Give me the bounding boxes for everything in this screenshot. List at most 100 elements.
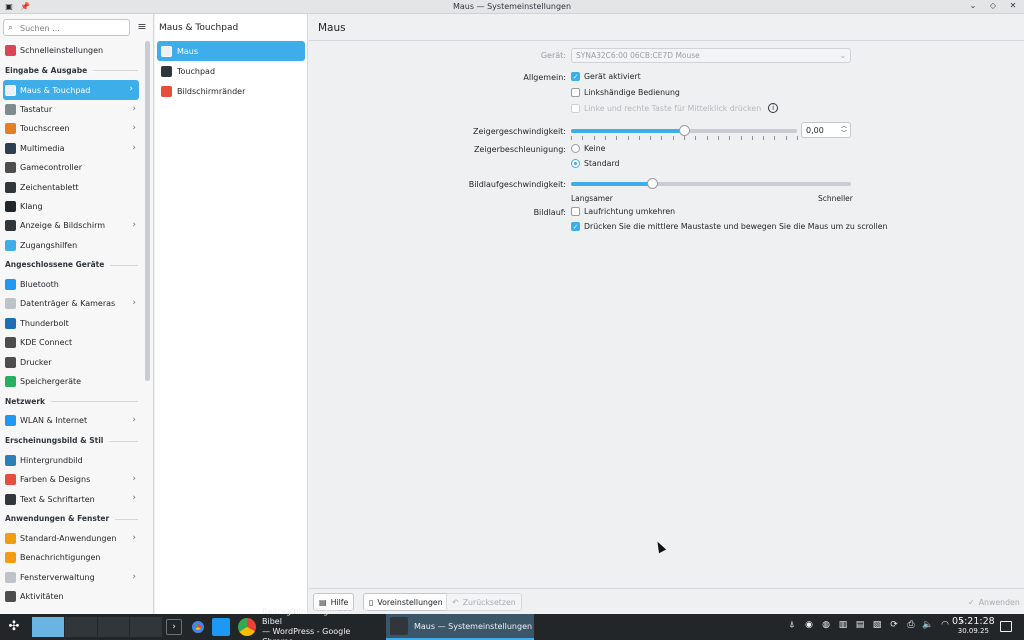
wifi-icon[interactable]: ◠: [939, 620, 951, 630]
apply-button: ✓ Anwenden: [962, 593, 1024, 611]
file-manager-icon[interactable]: [212, 618, 230, 636]
info-icon[interactable]: i: [768, 103, 779, 113]
close-icon[interactable]: ✕: [1008, 1, 1018, 11]
slider-tick: [604, 136, 606, 140]
kde-connect-icon[interactable]: ◉: [803, 620, 815, 630]
desktop-1[interactable]: [32, 617, 64, 637]
volume-icon[interactable]: 🔈: [922, 620, 934, 630]
chrome-icon[interactable]: [189, 618, 207, 636]
sidebar-item[interactable]: Thunderbolt: [0, 314, 142, 333]
clipboard-icon[interactable]: ▤: [854, 620, 866, 630]
vault-icon[interactable]: ⍋: [786, 620, 798, 630]
slider-handle[interactable]: [679, 125, 690, 136]
device-value: SYNA32C6:00 06CB:CE7D Mouse: [576, 51, 700, 60]
updates-icon[interactable]: ⟳: [888, 620, 900, 630]
sidebar-item[interactable]: WLAN & Internet ›: [0, 411, 142, 430]
general-label: Allgemein:: [523, 73, 566, 82]
section-title: Erscheinungsbild & Stil: [5, 436, 104, 446]
desktop-4[interactable]: [130, 617, 162, 637]
pointer-speed-spinbox[interactable]: 0,00 ︿ ﹀: [801, 122, 851, 138]
sidebar-item[interactable]: Farben & Designs ›: [0, 470, 142, 489]
show-desktop-icon[interactable]: [1000, 621, 1012, 632]
sidebar-item-label: Standard-Anwendungen: [20, 534, 117, 543]
sidebar-item[interactable]: Zugangshilfen: [0, 236, 142, 255]
chevron-down-icon: ⌄: [839, 51, 846, 60]
virtual-desktop-pager[interactable]: [32, 617, 162, 637]
maximize-icon[interactable]: ◇: [988, 1, 998, 11]
sidebar-scrollbar[interactable]: [145, 41, 150, 381]
slider-tick: [661, 136, 663, 140]
sidebar-item-label: Fensterverwaltung: [20, 572, 95, 582]
sidebar-item[interactable]: Tastatur ›: [0, 100, 142, 119]
sidebar-item[interactable]: Aktivitäten: [0, 587, 142, 606]
checkbox-label: Gerät aktiviert: [584, 72, 641, 81]
scroll-speed-slider[interactable]: [571, 178, 851, 189]
clock[interactable]: 05:21:28 30.09.25: [952, 616, 995, 635]
sidebar-item[interactable]: Standard-Anwendungen ›: [0, 529, 142, 548]
sidebar-item[interactable]: Fensterverwaltung ›: [0, 568, 142, 587]
sidebar-item[interactable]: Maus & Touchpad ›: [3, 80, 139, 100]
slider-tick: [763, 136, 765, 140]
sidebar-item[interactable]: Datenträger & Kameras ›: [0, 294, 142, 313]
sidebar-item[interactable]: Bluetooth: [0, 275, 142, 294]
sidebar-item[interactable]: Text & Schriftarten ›: [0, 489, 142, 508]
slider-tick: [616, 136, 618, 140]
sidebar-list: Schnelleinstellungen Eingabe & Ausgabe Mau…: [0, 41, 142, 606]
hamburger-menu-icon[interactable]: ≡: [136, 21, 148, 33]
section-title: Angeschlossene Geräte: [5, 260, 105, 270]
bluetooth-icon: [5, 279, 16, 291]
display-config-icon[interactable]: ▧: [871, 620, 883, 630]
task-chrome[interactable]: Beitrag hinzufügen ‹ Linux-Bibel — WordP…: [234, 607, 384, 640]
notes-icon[interactable]: ▥: [837, 620, 849, 630]
subcategory-item[interactable]: Touchpad: [157, 61, 305, 81]
desktop-3[interactable]: [97, 617, 130, 637]
search-input[interactable]: [20, 22, 126, 34]
sidebar-item[interactable]: Hintergrundbild: [0, 451, 142, 470]
sidebar-item[interactable]: Klang: [0, 197, 142, 216]
chevron-right-icon: ›: [132, 571, 136, 582]
sidebar-item[interactable]: KDE Connect: [0, 333, 142, 352]
pointer-speed-slider[interactable]: [571, 125, 797, 136]
sidebar-item[interactable]: Benachrichtigungen: [0, 548, 142, 567]
left-handed-checkbox[interactable]: Linkshändige Bedienung: [571, 88, 680, 97]
acceleration-standard-radio[interactable]: Standard: [571, 159, 619, 168]
section-divider: [109, 440, 138, 442]
terminal-icon[interactable]: ›: [166, 619, 182, 635]
search-box[interactable]: ⌕: [3, 19, 130, 36]
clock-date: 30.09.25: [957, 627, 989, 635]
slider-tick: [717, 136, 719, 140]
checkbox-unchecked-icon: [571, 103, 580, 113]
sidebar-item[interactable]: Touchscreen ›: [0, 119, 142, 138]
checkbox-checked-icon: ✓: [571, 72, 580, 81]
sidebar-item[interactable]: Speichergeräte: [0, 372, 142, 391]
sidebar-item[interactable]: Anzeige & Bildschirm ›: [0, 216, 142, 235]
footer-divider: [309, 588, 1024, 589]
printer-icon[interactable]: ⎙: [905, 620, 917, 630]
minimize-icon[interactable]: ⌄: [968, 1, 978, 11]
invert-scroll-checkbox[interactable]: Laufrichtung umkehren: [571, 207, 675, 216]
task-systemsettings[interactable]: Maus — Systemeinstellungen: [386, 614, 534, 640]
sidebar-item[interactable]: Drucker: [0, 352, 142, 371]
media-player-icon[interactable]: ◍: [820, 620, 832, 630]
sidebar-item[interactable]: Schnelleinstellungen: [0, 41, 142, 60]
task-label: Beitrag hinzufügen ‹ Linux-Bibel — WordP…: [262, 607, 384, 640]
checkbox-label: Drücken Sie die mittlere Maustaste und b…: [584, 222, 888, 231]
desktop-2[interactable]: [64, 617, 97, 637]
sidebar-item-label: Aktivitäten: [20, 592, 64, 602]
slider-fill: [571, 129, 684, 133]
slider-handle[interactable]: [647, 178, 659, 189]
touchpad-icon: [161, 65, 172, 77]
sidebar-item[interactable]: Multimedia ›: [0, 139, 142, 158]
sidebar-item[interactable]: Zeichentablett: [0, 177, 142, 196]
subcategory-item[interactable]: Bildschirmränder: [157, 81, 305, 101]
device-enabled-checkbox[interactable]: ✓ Gerät aktiviert: [571, 72, 641, 81]
application-launcher-icon[interactable]: ✣: [6, 619, 22, 635]
spin-arrows-icon[interactable]: ︿ ﹀: [841, 123, 847, 137]
middle-scroll-checkbox[interactable]: ✓ Drücken Sie die mittlere Maustaste und…: [571, 222, 887, 231]
sidebar-item[interactable]: Gamecontroller: [0, 158, 142, 177]
acceleration-none-radio[interactable]: Keine: [571, 144, 605, 153]
subcategory-item[interactable]: Maus: [157, 41, 305, 61]
clock-time: 05:21:28: [952, 616, 995, 627]
display-icon: [5, 220, 16, 232]
sidebar-section-header: Netzwerk: [0, 391, 142, 411]
